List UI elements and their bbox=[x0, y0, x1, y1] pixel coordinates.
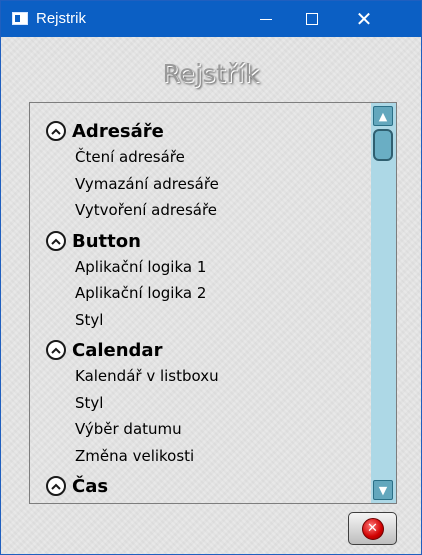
collapse-icon[interactable] bbox=[46, 231, 66, 251]
group-header[interactable]: Adresáře bbox=[46, 119, 164, 143]
list-item[interactable]: Čtení adresáře bbox=[75, 147, 185, 167]
scroll-down-button[interactable]: ▼ bbox=[373, 480, 393, 500]
app-window: Rejstrik ✕ Rejstřík Adresáře Čtení adresá… bbox=[0, 0, 422, 555]
cancel-icon: ✕ bbox=[361, 517, 384, 540]
arrow-down-icon: ▼ bbox=[378, 483, 388, 497]
maximize-button[interactable] bbox=[289, 1, 335, 37]
page-title: Rejstřík bbox=[162, 59, 260, 88]
window-title: Rejstrik bbox=[36, 10, 87, 27]
scroll-thumb[interactable] bbox=[373, 129, 393, 161]
close-dialog-button[interactable]: ✕ bbox=[348, 512, 397, 545]
list-item[interactable]: Výběr datumu bbox=[75, 419, 182, 439]
group-title: Adresáře bbox=[72, 120, 164, 142]
window-icon bbox=[12, 12, 28, 25]
list-item[interactable]: Vytvoření adresáře bbox=[75, 200, 217, 220]
list-item[interactable]: Vymazání adresáře bbox=[75, 174, 219, 194]
minimize-icon bbox=[260, 18, 272, 20]
minimize-button[interactable] bbox=[243, 1, 289, 37]
list-item[interactable]: Styl bbox=[75, 393, 103, 413]
collapse-icon[interactable] bbox=[46, 121, 66, 141]
collapse-icon[interactable] bbox=[46, 476, 66, 496]
group-title: Button bbox=[72, 230, 141, 252]
title-bar[interactable]: Rejstrik ✕ bbox=[1, 1, 421, 37]
list-item[interactable]: Aplikační logika 1 bbox=[75, 257, 206, 277]
list-item[interactable]: Styl bbox=[75, 310, 103, 330]
close-icon: ✕ bbox=[355, 7, 373, 31]
list-item[interactable]: Změna velikosti bbox=[75, 446, 194, 466]
arrow-up-icon: ▲ bbox=[378, 109, 388, 123]
maximize-icon bbox=[306, 13, 318, 25]
group-title: Čas bbox=[72, 475, 109, 497]
vertical-scrollbar[interactable]: ▲ ▼ bbox=[371, 103, 396, 503]
index-listbox[interactable]: Adresáře Čtení adresáře Vymazání adresáře V… bbox=[29, 102, 397, 504]
group-header[interactable]: Button bbox=[46, 229, 141, 253]
group-title: Calendar bbox=[72, 339, 163, 361]
collapse-icon[interactable] bbox=[46, 340, 66, 360]
close-window-button[interactable]: ✕ bbox=[341, 1, 387, 37]
client-area: Rejstřík Adresáře Čtení adresáře Vymazání … bbox=[1, 37, 421, 554]
group-header[interactable]: Čas bbox=[46, 474, 108, 498]
scroll-up-button[interactable]: ▲ bbox=[373, 106, 393, 126]
list-item[interactable]: Kalendář v listboxu bbox=[75, 366, 219, 386]
list-item[interactable]: Aplikační logika 2 bbox=[75, 283, 206, 303]
group-header[interactable]: Calendar bbox=[46, 338, 162, 362]
